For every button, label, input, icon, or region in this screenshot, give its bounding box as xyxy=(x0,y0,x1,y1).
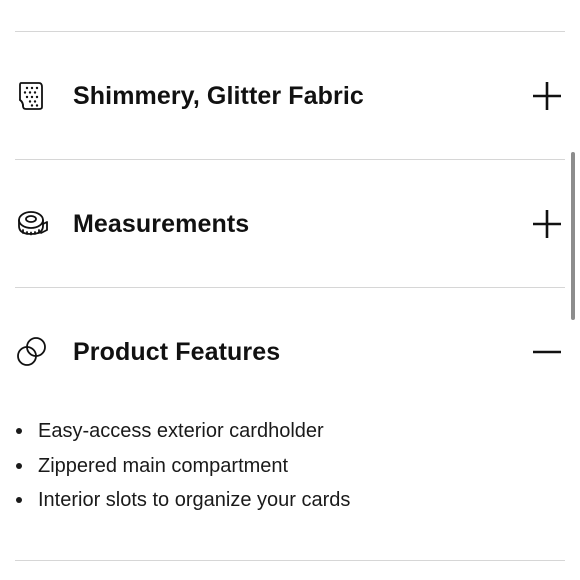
bullet xyxy=(16,462,22,469)
divider-top xyxy=(15,31,565,32)
list-item: Interior slots to organize your cards xyxy=(15,483,555,518)
minus-icon[interactable] xyxy=(529,334,565,370)
accordion-title: Measurements xyxy=(73,209,250,238)
product-features-list: Easy-access exterior cardholder Zippered… xyxy=(15,414,555,518)
overlapping-circles-icon xyxy=(15,335,49,369)
fabric-swatch-icon xyxy=(15,79,49,113)
divider-1 xyxy=(15,159,565,160)
plus-icon[interactable] xyxy=(529,78,565,114)
accordion-header-product-features[interactable]: Product Features xyxy=(15,317,565,387)
plus-icon[interactable] xyxy=(529,206,565,242)
bullet xyxy=(16,428,22,434)
divider-bottom xyxy=(15,560,565,561)
accordion-header-fabric[interactable]: Shimmery, Glitter Fabric xyxy=(15,61,565,131)
accordion-header-measurements[interactable]: Measurements xyxy=(15,189,565,259)
divider-2 xyxy=(15,287,565,288)
bullet xyxy=(16,497,22,503)
accordion-title: Shimmery, Glitter Fabric xyxy=(73,81,364,110)
scrollbar-thumb[interactable] xyxy=(571,152,575,320)
feature-text: Easy-access exterior cardholder xyxy=(38,420,324,442)
list-item: Zippered main compartment xyxy=(15,449,555,484)
accordion-title: Product Features xyxy=(73,337,281,366)
list-item: Easy-access exterior cardholder xyxy=(15,414,555,449)
feature-text: Interior slots to organize your cards xyxy=(38,489,351,511)
product-details-accordion: Shimmery, Glitter Fabric Measurements Pr… xyxy=(0,0,580,580)
tape-measure-icon xyxy=(15,207,49,241)
feature-text: Zippered main compartment xyxy=(38,454,289,477)
